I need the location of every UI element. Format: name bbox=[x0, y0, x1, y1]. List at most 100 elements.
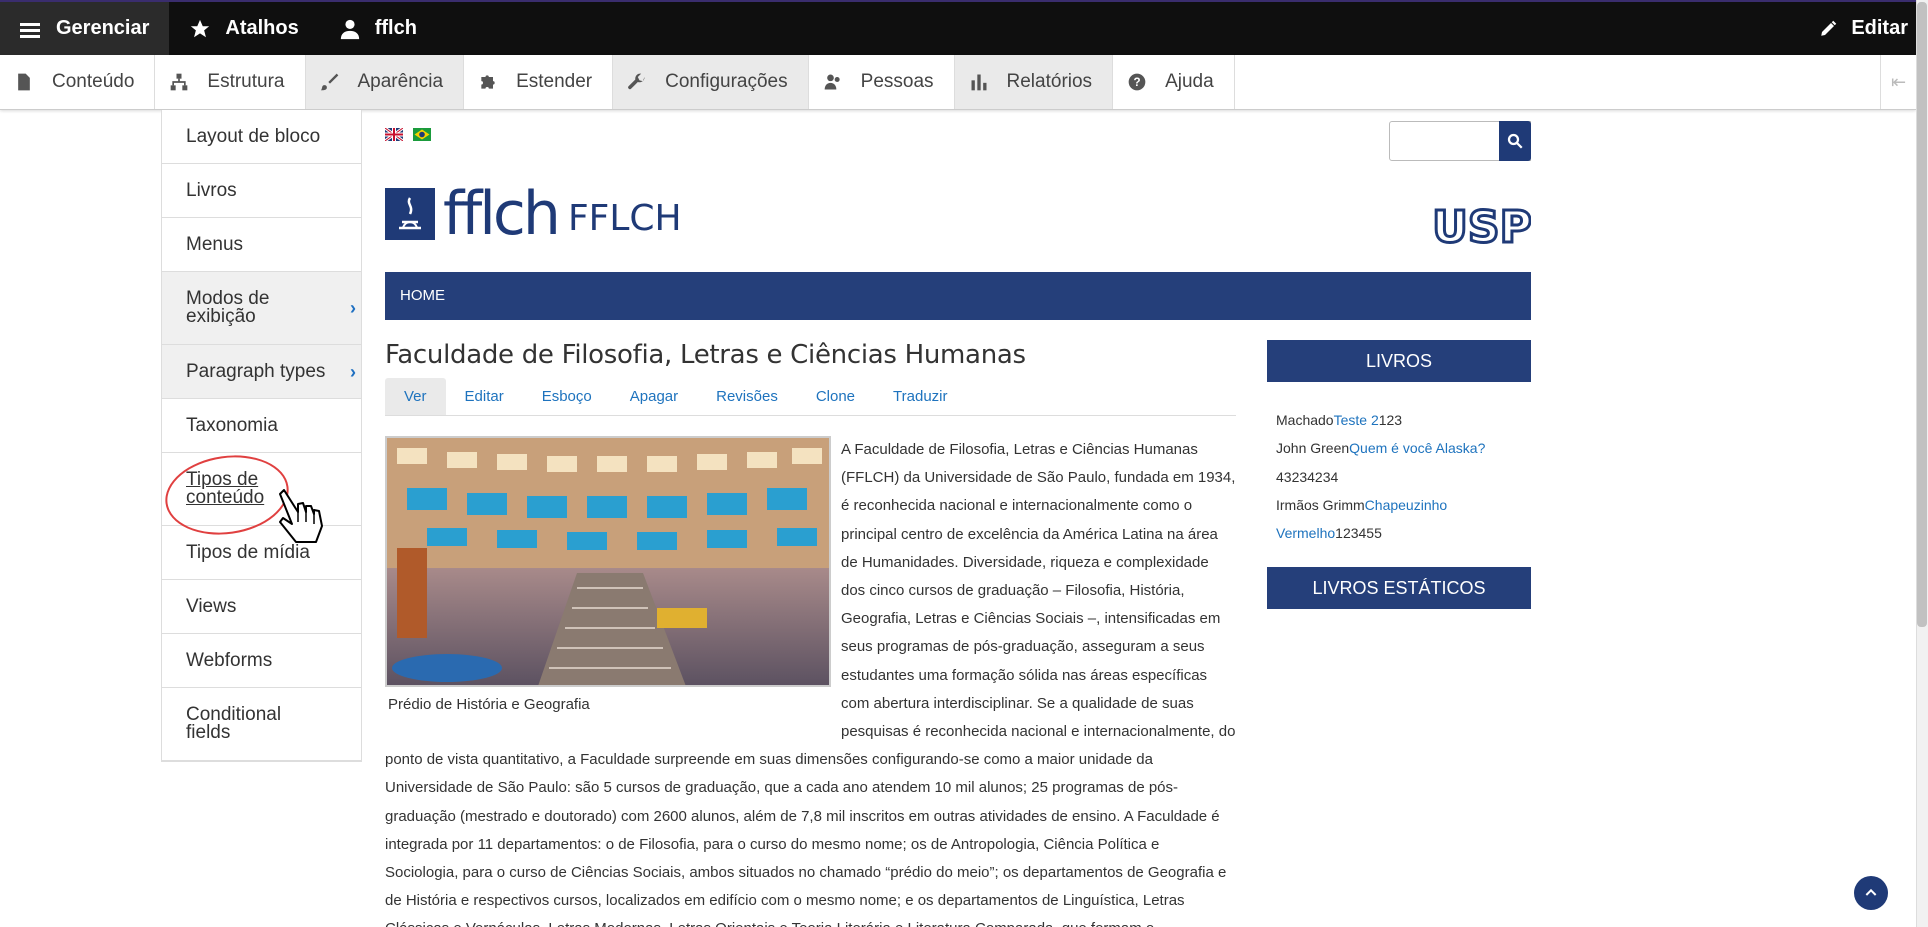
uk-flag-icon[interactable] bbox=[385, 128, 403, 141]
menu-item-label: Livros bbox=[186, 179, 237, 201]
static-books-block-heading: LIVROS ESTÁTICOS bbox=[1267, 567, 1531, 609]
tray-item-extend[interactable]: Estender bbox=[464, 55, 614, 109]
tray-item-help[interactable]: ? Ajuda bbox=[1113, 55, 1235, 109]
menu-item-webforms[interactable]: Webforms bbox=[162, 634, 361, 688]
tray-item-reports[interactable]: Relatórios bbox=[954, 55, 1114, 109]
admin-tray: Conteúdo Estrutura Aparência Estender Co… bbox=[0, 55, 1916, 110]
search-icon bbox=[1507, 133, 1523, 149]
menu-item-books[interactable]: Livros bbox=[162, 164, 361, 218]
tab-delete[interactable]: Apagar bbox=[611, 378, 697, 415]
user-icon bbox=[340, 19, 359, 39]
image-caption: Prédio de História e Geografia bbox=[388, 696, 590, 713]
tab-translate[interactable]: Traduzir bbox=[874, 378, 966, 415]
tray-item-people[interactable]: Pessoas bbox=[809, 55, 955, 109]
book-link[interactable]: Teste 2 bbox=[1334, 412, 1379, 428]
tray-label: Estender bbox=[516, 71, 593, 92]
search-button[interactable] bbox=[1499, 121, 1531, 161]
chevron-right-icon: › bbox=[350, 361, 356, 382]
menu-item-label: Menus bbox=[186, 233, 244, 255]
menu-item-taxonomy[interactable]: Taxonomia bbox=[162, 399, 361, 453]
site-logo[interactable]: fflch FFLCH bbox=[385, 179, 682, 249]
tray-item-content[interactable]: Conteúdo bbox=[0, 55, 156, 109]
list-item: MachadoTeste 2123 bbox=[1276, 412, 1403, 428]
list-item: John GreenQuem é você Alaska?43234234 bbox=[1276, 440, 1486, 485]
shortcuts-label: Atalhos bbox=[225, 17, 299, 39]
menu-item-label: Paragraph types bbox=[186, 360, 326, 382]
logo-text: fflch bbox=[443, 179, 561, 249]
svg-text:USP: USP bbox=[1434, 206, 1531, 246]
tray-label: Estrutura bbox=[207, 71, 285, 92]
user-label: fflch bbox=[374, 17, 417, 39]
help-icon: ? bbox=[1128, 73, 1146, 91]
admin-toolbar: Gerenciar Atalhos fflch Editar bbox=[0, 0, 1928, 55]
menu-item-menus[interactable]: Menus bbox=[162, 218, 361, 272]
svg-text:?: ? bbox=[1134, 76, 1141, 89]
tab-clone[interactable]: Clone bbox=[797, 378, 874, 415]
wrench-icon bbox=[628, 73, 645, 90]
star-icon bbox=[191, 19, 210, 37]
tray-label: Conteúdo bbox=[52, 71, 135, 92]
menu-item-label: Modos de exibição bbox=[186, 288, 270, 327]
menu-item-label: Conditional fields bbox=[186, 704, 282, 743]
books-block-heading: LIVROS bbox=[1267, 340, 1531, 382]
list-item: Irmãos GrimmChapeuzinho Vermelho123455 bbox=[1276, 496, 1448, 542]
menu-item-label: Tipos de mídia bbox=[186, 541, 310, 563]
local-tasks-tabs: Ver Editar Esboço Apagar Revisões Clone … bbox=[385, 378, 1236, 416]
sitemap-icon bbox=[171, 73, 188, 91]
edit-mode-button[interactable]: Editar bbox=[1799, 2, 1928, 55]
menu-item-label: Views bbox=[186, 595, 237, 617]
main-navigation: HOME bbox=[385, 272, 1531, 320]
tray-item-structure[interactable]: Estrutura bbox=[155, 55, 306, 109]
building-photo bbox=[385, 436, 831, 687]
menu-item-label: Webforms bbox=[186, 649, 273, 671]
hamburger-icon bbox=[20, 20, 40, 38]
chevron-up-icon bbox=[1865, 888, 1877, 896]
usp-logo: USP bbox=[1434, 206, 1531, 246]
menu-item-views[interactable]: Views bbox=[162, 580, 361, 634]
bar-chart-icon bbox=[971, 74, 987, 91]
back-to-top-button[interactable] bbox=[1854, 876, 1888, 910]
structure-dropdown-menu: Layout de bloco Livros Menus Modos de ex… bbox=[161, 110, 362, 762]
menu-item-label: Layout de bloco bbox=[186, 125, 321, 147]
menu-item-paragraph-types[interactable]: Paragraph types › bbox=[162, 345, 361, 399]
manage-label: Gerenciar bbox=[56, 17, 150, 39]
tray-label: Aparência bbox=[357, 71, 444, 92]
scrollbar-thumb[interactable] bbox=[1917, 2, 1927, 627]
tab-sketch[interactable]: Esboço bbox=[523, 378, 611, 415]
brazil-flag-icon[interactable] bbox=[413, 128, 431, 141]
fflch-emblem-icon bbox=[385, 188, 435, 240]
logo-subtext: FFLCH bbox=[567, 198, 682, 239]
tab-revisions[interactable]: Revisões bbox=[697, 378, 797, 415]
tray-item-configuration[interactable]: Configurações bbox=[613, 55, 809, 109]
hand-pointer-icon bbox=[279, 489, 323, 543]
tab-view[interactable]: Ver bbox=[385, 378, 446, 415]
tray-label: Relatórios bbox=[1006, 71, 1093, 92]
file-icon bbox=[18, 73, 30, 91]
edit-label: Editar bbox=[1851, 17, 1908, 39]
menu-item-block-layout[interactable]: Layout de bloco bbox=[162, 110, 361, 164]
vertical-scrollbar[interactable] bbox=[1916, 0, 1928, 927]
paintbrush-icon bbox=[320, 73, 338, 91]
pencil-icon bbox=[1821, 20, 1837, 36]
tray-label: Configurações bbox=[665, 71, 788, 92]
tray-label: Pessoas bbox=[860, 71, 934, 92]
menu-item-label: Taxonomia bbox=[186, 414, 278, 436]
user-menu-button[interactable]: fflch bbox=[319, 2, 437, 55]
menu-item-media-types[interactable]: Tipos de mídia bbox=[162, 526, 361, 580]
tray-item-appearance[interactable]: Aparência bbox=[305, 55, 465, 109]
menu-item-conditional-fields[interactable]: Conditional fields bbox=[162, 688, 361, 761]
puzzle-icon bbox=[481, 75, 495, 89]
tray-label: Ajuda bbox=[1165, 71, 1214, 92]
page-title: Faculdade de Filosofia, Letras e Ciência… bbox=[385, 340, 1026, 370]
menu-item-display-modes[interactable]: Modos de exibição › bbox=[162, 272, 361, 345]
collapse-tray-icon[interactable]: ⇤ bbox=[1880, 55, 1916, 109]
books-list: MachadoTeste 2123 John GreenQuem é você … bbox=[1276, 406, 1526, 547]
manage-menu-button[interactable]: Gerenciar bbox=[0, 2, 170, 55]
language-switcher bbox=[385, 128, 431, 141]
shortcuts-button[interactable]: Atalhos bbox=[169, 2, 318, 55]
tab-edit[interactable]: Editar bbox=[446, 378, 523, 415]
nav-home-link[interactable]: HOME bbox=[400, 287, 445, 304]
people-icon bbox=[824, 74, 840, 90]
book-link[interactable]: Quem é você Alaska? bbox=[1349, 440, 1485, 456]
chevron-right-icon: › bbox=[350, 298, 356, 318]
